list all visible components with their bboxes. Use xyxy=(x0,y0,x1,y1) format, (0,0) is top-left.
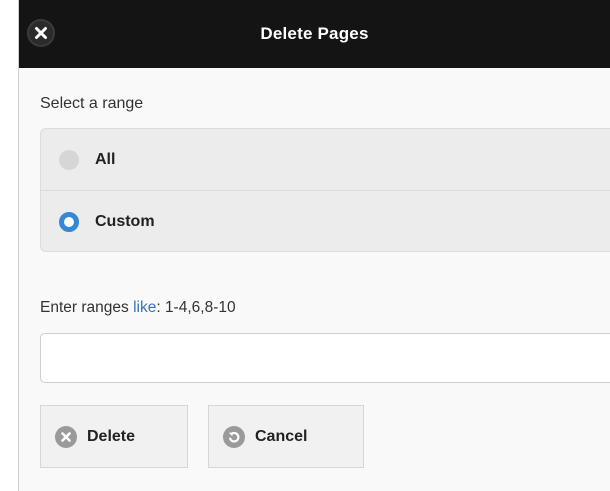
radio-option-all[interactable]: All xyxy=(41,129,610,191)
hint-suffix: : 1-4,6,8-10 xyxy=(156,299,236,316)
delete-button-label: Delete xyxy=(87,427,136,445)
range-hint-text: Enter ranges like: 1-4,6,8-10 xyxy=(40,299,236,317)
hint-highlight: like xyxy=(133,299,157,316)
dialog-titlebar: Delete Pages xyxy=(19,0,610,68)
range-radio-group: All Custom xyxy=(40,128,610,252)
radio-option-custom[interactable]: Custom xyxy=(41,191,610,252)
dialog-title: Delete Pages xyxy=(260,24,369,43)
radio-button-all[interactable] xyxy=(59,149,79,170)
undo-icon xyxy=(223,425,245,448)
hint-prefix: Enter ranges xyxy=(40,299,134,316)
delete-pages-dialog: Delete Pages Select a range All Custom E… xyxy=(18,0,610,491)
cancel-button-label: Cancel xyxy=(255,427,308,445)
range-section-label: Select a range xyxy=(40,95,144,112)
radio-label-all: All xyxy=(95,150,116,168)
cancel-button[interactable]: Cancel xyxy=(208,405,364,468)
delete-button[interactable]: Delete xyxy=(40,405,188,468)
range-input[interactable] xyxy=(40,333,610,383)
delete-circle-icon xyxy=(55,425,77,448)
radio-button-custom[interactable] xyxy=(59,211,79,232)
radio-label-custom: Custom xyxy=(95,212,155,230)
